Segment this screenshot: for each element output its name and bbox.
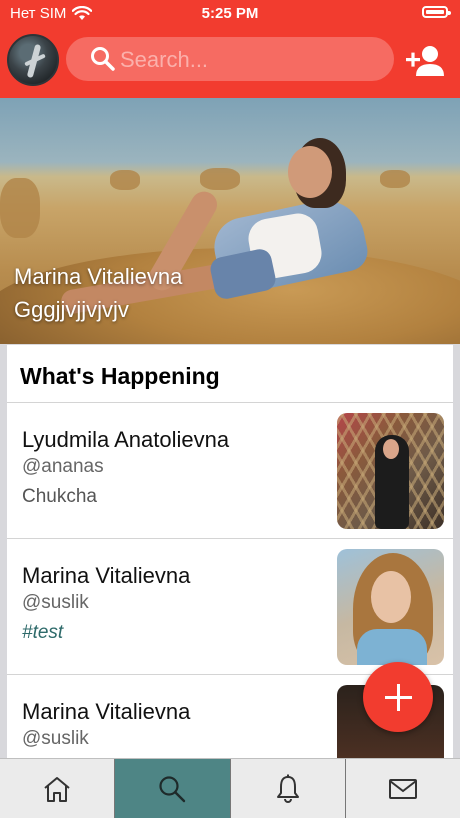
thumbnail-face [371,571,411,623]
feed-item-name: Lyudmila Anatolievna [22,427,230,452]
add-user-icon[interactable] [404,44,446,78]
tab-home[interactable] [0,759,116,818]
feed-item-name: Marina Vitalievna [22,563,191,588]
feed-item-name: Marina Vitalievna [22,699,191,724]
feed-item[interactable]: Marina Vitalievna @suslik #test [7,539,453,675]
add-post-button[interactable] [363,662,433,732]
hay-bale [380,170,410,188]
feed-item-thumbnail[interactable] [337,413,444,529]
profile-name: Marina Vitalievna [14,264,183,289]
home-icon [44,776,70,802]
status-time: 5:25 PM [201,5,259,22]
hay-bale [200,168,240,190]
thumbnail-face [383,439,399,459]
tab-bar [0,758,460,818]
hero-figure-part [288,146,332,198]
hay-bale [110,170,140,190]
mail-icon [388,778,417,799]
tab-search[interactable] [115,759,231,818]
feed-item-handle: @suslik [22,592,89,613]
battery-icon [422,6,451,18]
profile-bio: Gggjjvjjvjvjv [14,297,129,322]
section-title: What's Happening [7,345,453,403]
feed-item-thumbnail[interactable] [337,549,444,665]
feed-item-handle: @suslik [22,728,89,749]
search-icon [91,47,115,71]
profile-hero[interactable]: Marina Vitalievna Gggjjvjjvjvjv [0,98,460,344]
feed-item-handle: @ananas [22,456,104,477]
tab-messages[interactable] [346,759,460,818]
feed-item-hashtag[interactable]: #test [22,622,63,644]
feed-item-text: Chukcha [22,486,97,507]
hay-bale [0,178,40,238]
thumbnail-top [357,629,427,665]
search-bar[interactable] [66,37,394,81]
avatar[interactable] [7,34,59,86]
search-icon [159,775,186,802]
status-bar: Нет SIM 5:25 PM [0,0,460,28]
feed-item[interactable]: Lyudmila Anatolievna @ananas Chukcha [7,403,453,539]
search-input[interactable] [118,44,382,76]
bell-icon [276,774,299,803]
top-header: Нет SIM 5:25 PM [0,0,460,98]
tab-notifications[interactable] [231,759,346,818]
